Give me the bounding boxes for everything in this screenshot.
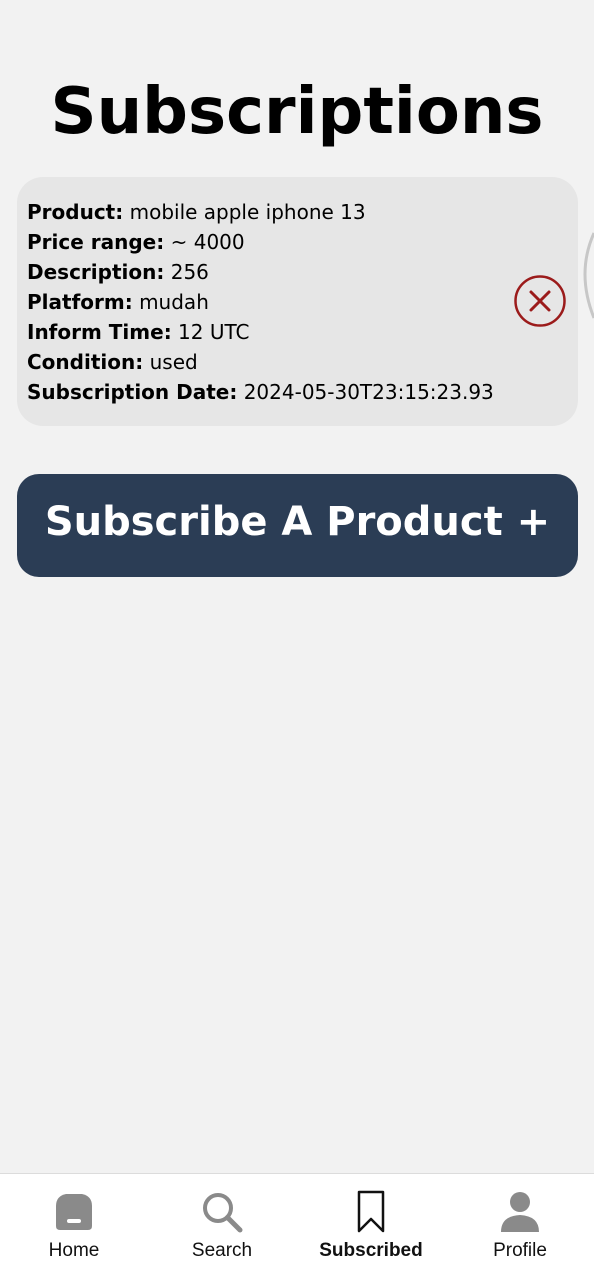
- nav-label-profile: Profile: [493, 1240, 547, 1261]
- page-title: Subscriptions: [50, 75, 544, 149]
- subscribe-product-button[interactable]: Subscribe A Product +: [17, 474, 578, 577]
- field-label: Platform:: [27, 290, 133, 314]
- field-label: Inform Time:: [27, 320, 172, 344]
- field-label: Product:: [27, 200, 124, 224]
- subscription-card: Product: mobile apple iphone 13 Price ra…: [17, 177, 578, 426]
- nav-item-search[interactable]: Search: [148, 1174, 296, 1274]
- nav-item-profile[interactable]: Profile: [446, 1174, 594, 1274]
- field-value: mudah: [139, 290, 209, 314]
- nav-label-subscribed: Subscribed: [319, 1240, 423, 1261]
- profile-icon: [501, 1192, 539, 1232]
- field-value: used: [149, 350, 198, 374]
- field-label: Description:: [27, 260, 165, 284]
- field-condition: Condition: used: [27, 347, 568, 377]
- field-value: 256: [170, 260, 209, 284]
- field-label: Price range:: [27, 230, 165, 254]
- field-value: ~ 4000: [170, 230, 245, 254]
- nav-item-subscribed[interactable]: Subscribed: [297, 1174, 445, 1274]
- field-inform-time: Inform Time: 12 UTC: [27, 317, 568, 347]
- close-circle-icon: [514, 275, 566, 327]
- home-icon: [56, 1194, 92, 1230]
- bookmark-icon: [357, 1190, 385, 1233]
- field-label: Condition:: [27, 350, 144, 374]
- nav-label-search: Search: [191, 1240, 253, 1261]
- bottom-navigation: Home Search Subscribed Profile: [0, 1173, 594, 1274]
- field-description: Description: 256: [27, 257, 568, 287]
- search-icon: [203, 1193, 243, 1233]
- field-value: 2024-05-30T23:15:23.93: [243, 380, 494, 404]
- scroll-edge-indicator: [583, 232, 594, 319]
- nav-label-home: Home: [48, 1240, 100, 1261]
- field-value: 12 UTC: [178, 320, 250, 344]
- field-product: Product: mobile apple iphone 13: [27, 197, 568, 227]
- field-label: Subscription Date:: [27, 380, 238, 404]
- field-value: mobile apple iphone 13: [129, 200, 366, 224]
- field-subscription-date: Subscription Date: 2024-05-30T23:15:23.9…: [27, 377, 568, 407]
- remove-subscription-button[interactable]: [514, 275, 566, 327]
- field-price-range: Price range: ~ 4000: [27, 227, 568, 257]
- field-platform: Platform: mudah: [27, 287, 568, 317]
- nav-item-home[interactable]: Home: [0, 1174, 148, 1274]
